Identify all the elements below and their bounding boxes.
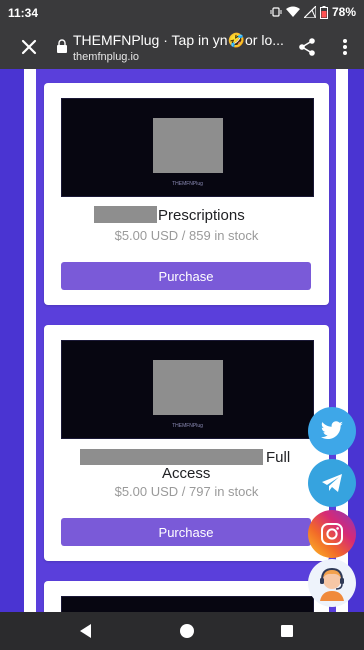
browser-toolbar: THEMFNPlug · Tap in yn🤣or lo... themfnpl…	[0, 27, 364, 69]
share-icon[interactable]	[296, 36, 318, 58]
product-price: $5.00 USD / 859 in stock	[114, 228, 259, 243]
instagram-icon	[321, 523, 343, 545]
product-price: $5.00 USD / 797 in stock	[114, 484, 259, 499]
redacted-text	[94, 206, 157, 223]
product-name-part1: Full	[266, 449, 291, 466]
banner-brand: THEMFNPlug	[172, 181, 203, 187]
product-card	[44, 581, 329, 612]
wifi-icon	[285, 6, 300, 17]
banner-brand: THEMFNPlug	[172, 423, 203, 429]
battery-icon	[319, 5, 328, 19]
status-bar: 11:34 78%	[0, 0, 364, 27]
page-url: themfnplug.io	[73, 51, 140, 63]
support-button[interactable]	[308, 559, 356, 607]
telegram-icon	[322, 474, 342, 492]
twitter-icon	[320, 421, 343, 439]
purchase-button[interactable]: Purchase	[61, 518, 311, 546]
recents-icon[interactable]	[278, 622, 296, 640]
status-icons: 78%	[270, 5, 356, 19]
close-icon[interactable]	[18, 36, 40, 58]
page-title: THEMFNPlug · Tap in yn🤣or lo...	[73, 32, 284, 48]
product-card: THEMFNPlug Full Access $5.00 USD / 797 i…	[44, 325, 329, 561]
redacted-text	[80, 449, 263, 465]
product-thumbnail	[153, 118, 223, 173]
product-thumbnail	[153, 360, 223, 415]
back-icon[interactable]	[77, 622, 95, 640]
product-name-part2: Access	[162, 465, 211, 482]
lock-icon	[57, 39, 67, 53]
product-card: THEMFNPlug Prescriptions $5.00 USD / 859…	[44, 83, 329, 305]
purchase-button[interactable]: Purchase	[61, 262, 311, 290]
system-navigation-bar	[0, 612, 364, 650]
home-icon[interactable]	[178, 622, 196, 640]
status-time: 11:34	[8, 6, 39, 20]
more-options-icon[interactable]	[334, 36, 356, 58]
signal-icon	[303, 6, 316, 18]
product-image[interactable]: THEMFNPlug	[61, 98, 314, 197]
battery-percent: 78%	[331, 5, 356, 19]
support-agent-icon	[320, 567, 344, 601]
telegram-button[interactable]	[308, 459, 356, 507]
product-image[interactable]: THEMFNPlug	[61, 340, 314, 439]
instagram-button[interactable]	[308, 510, 356, 558]
vibrate-icon	[270, 7, 282, 17]
twitter-button[interactable]	[308, 407, 356, 455]
product-name: Prescriptions	[158, 207, 245, 224]
product-image[interactable]	[61, 596, 314, 612]
